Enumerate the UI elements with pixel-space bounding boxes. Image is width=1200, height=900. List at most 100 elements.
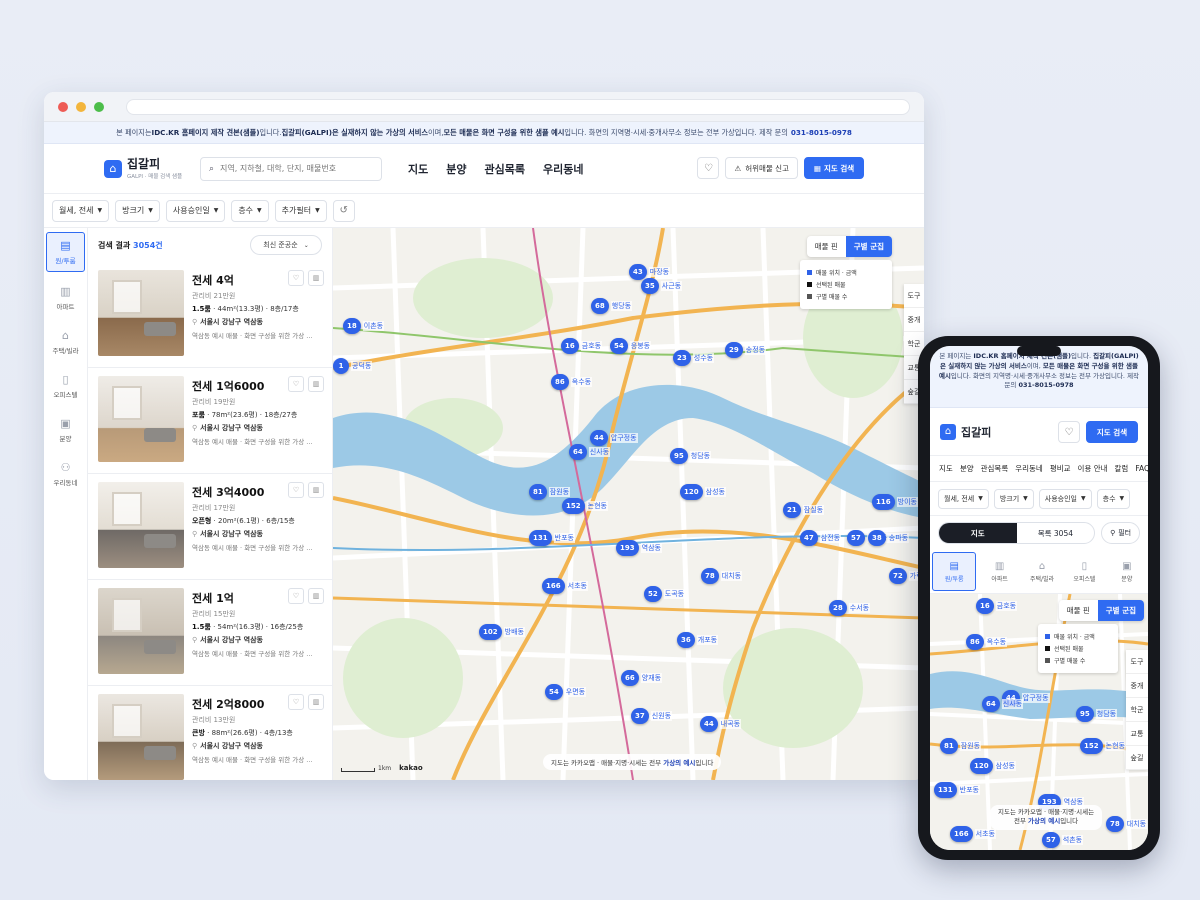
tool-agents[interactable]: 중개: [1126, 674, 1148, 698]
heart-icon[interactable]: ♡: [288, 694, 304, 710]
rail-item-oneroom[interactable]: ▤ 원/투룸: [46, 232, 85, 272]
map-cluster-pin[interactable]: 116 방이동: [872, 494, 918, 510]
rail-item-apartment[interactable]: ▥ 아파트: [44, 276, 87, 320]
filter-deal-type[interactable]: 월세, 전세 ▼: [52, 199, 110, 222]
listing-card[interactable]: 전세 3억4000 관리비 17만원 오픈형 · 20m²(6.1평) · 6층/1…: [88, 474, 332, 580]
map-cluster-pin[interactable]: 131 반포동: [529, 530, 575, 546]
favorite-heart-button[interactable]: ♡: [697, 157, 720, 179]
heart-icon[interactable]: ♡: [288, 376, 304, 392]
address-bar[interactable]: [126, 98, 910, 115]
map-cluster-pin[interactable]: 54 우면동: [545, 684, 587, 700]
phone-nav-item[interactable]: FAQ: [1135, 464, 1148, 473]
map-cluster-pin[interactable]: 78 대치동: [1106, 816, 1148, 832]
favorite-heart-button[interactable]: ♡: [1058, 421, 1080, 443]
listing-photo[interactable]: [98, 482, 184, 568]
nav-neighborhood[interactable]: 우리동네: [543, 161, 583, 177]
phone-nav-item[interactable]: 우리동네: [1015, 463, 1043, 474]
phone-filter-chip[interactable]: 사용승인일 ▼: [1038, 488, 1092, 509]
map-cluster-pin[interactable]: 36 개포동: [677, 632, 719, 648]
heart-icon[interactable]: ♡: [288, 588, 304, 604]
phone-tab[interactable]: ▣ 분양: [1106, 550, 1148, 593]
map-cluster-pin[interactable]: 166 서초동: [542, 578, 588, 594]
map-cluster-pin[interactable]: 102 방배동: [479, 624, 525, 640]
map-cluster-pin[interactable]: 120 삼성동: [680, 484, 726, 500]
listing-photo[interactable]: [98, 376, 184, 462]
chart-icon[interactable]: ▥: [308, 376, 324, 392]
view-list[interactable]: 목록 3054: [1017, 523, 1095, 543]
sort-select[interactable]: 최신 준공순 ⌄: [250, 235, 322, 255]
map-cluster-pin[interactable]: 66 양재동: [621, 670, 663, 686]
tool-tools[interactable]: 도구: [904, 284, 924, 308]
listing-card[interactable]: 전세 4억 관리비 21만원 1.5룸 · 44m²(13.3평) · 8층/17층…: [88, 262, 332, 368]
reset-filters-button[interactable]: ↺: [332, 199, 355, 222]
map-cluster-pin[interactable]: 52 도곡동: [644, 586, 686, 602]
toggle-clusters[interactable]: 구별 군집: [845, 236, 892, 257]
phone-filter-chip[interactable]: 방크기 ▼: [993, 488, 1034, 509]
brand-logo[interactable]: ⌂ 집갈피 GALPI · 매물 검색 샘플: [104, 158, 200, 180]
phone-tab[interactable]: ▥ 아파트: [978, 550, 1020, 593]
map-search-button[interactable]: ▦ 지도 검색: [804, 157, 864, 179]
phone-filter-button[interactable]: ⚲ 필터: [1101, 522, 1140, 544]
map-cluster-pin[interactable]: 166 서초동: [950, 826, 996, 842]
map-cluster-pin[interactable]: 86 옥수동: [551, 374, 593, 390]
map-cluster-pin[interactable]: 193 역삼동: [616, 540, 662, 556]
map-cluster-pin[interactable]: 28 수서동: [829, 600, 871, 616]
map-cluster-pin[interactable]: 152 논현동: [1080, 738, 1126, 754]
close-window-button[interactable]: [58, 101, 68, 112]
map-cluster-pin[interactable]: 120 삼성동: [970, 758, 1016, 774]
map-search-button[interactable]: 지도 검색: [1086, 421, 1138, 443]
listing-photo[interactable]: [98, 694, 184, 780]
filter-floor[interactable]: 층수 ▼: [231, 199, 269, 222]
phone-nav-item[interactable]: 분양: [960, 463, 974, 474]
heart-icon[interactable]: ♡: [288, 482, 304, 498]
phone-filter-chip[interactable]: 층수 ▼: [1096, 488, 1131, 509]
filter-room-size[interactable]: 방크기 ▼: [115, 199, 160, 222]
map-cluster-pin[interactable]: 152 논현동: [562, 498, 608, 514]
tool-agents[interactable]: 중개: [904, 308, 924, 332]
listing-card[interactable]: 전세 2억8000 관리비 13만원 큰방 · 88m²(26.6평) · 4층/1…: [88, 686, 332, 780]
map-view[interactable]: 43 마장동 35 사근동 68 행당동 18 이촌동 16 금호동 54 응봉동 23 성수동 29 송정동…: [333, 228, 924, 780]
search-input[interactable]: [220, 164, 361, 173]
listing-photo[interactable]: [98, 588, 184, 674]
map-cluster-pin[interactable]: 81 잠원동: [940, 738, 982, 754]
phone-nav-item[interactable]: 평비교: [1050, 463, 1071, 474]
rail-item-presale[interactable]: ▣ 분양: [44, 408, 87, 452]
phone-nav-item[interactable]: 이용 안내: [1078, 463, 1108, 474]
map-cluster-pin[interactable]: 78 대치동: [701, 568, 743, 584]
contact-phone[interactable]: 031-8015-0978: [791, 128, 852, 137]
toggle-clusters[interactable]: 구별 군집: [1097, 600, 1144, 621]
map-cluster-pin[interactable]: 131 반포동: [934, 782, 980, 798]
phone-tab[interactable]: ▤ 원/투룸: [932, 552, 977, 591]
map-cluster-pin[interactable]: 35 사근동: [641, 278, 683, 294]
map-cluster-pin[interactable]: 44 내곡동: [700, 716, 742, 732]
map-cluster-pin[interactable]: 64 신사동: [982, 696, 1024, 712]
map-cluster-pin[interactable]: 23 성수동: [673, 350, 715, 366]
map-cluster-pin[interactable]: 64 신사동: [569, 444, 611, 460]
tool-trails[interactable]: 숲길: [1126, 746, 1148, 770]
map-cluster-pin[interactable]: 16 금호동: [976, 598, 1018, 614]
phone-nav-item[interactable]: 관심목록: [981, 463, 1009, 474]
chart-icon[interactable]: ▥: [308, 482, 324, 498]
nav-favorites[interactable]: 관심목록: [485, 161, 525, 177]
report-false-listing-button[interactable]: ⚠ 허위매물 신고: [725, 157, 798, 179]
map-cluster-pin[interactable]: 37 신원동: [631, 708, 673, 724]
heart-icon[interactable]: ♡: [288, 270, 304, 286]
nav-presale[interactable]: 분양: [446, 161, 466, 177]
rail-item-house[interactable]: ⌂ 주택/빌라: [44, 320, 87, 364]
chart-icon[interactable]: ▥: [308, 694, 324, 710]
phone-filter-chip[interactable]: 월세, 전세 ▼: [938, 488, 989, 509]
filter-approval-date[interactable]: 사용승인일 ▼: [165, 199, 226, 222]
map-cluster-pin[interactable]: 16 금호동: [561, 338, 603, 354]
phone-tab[interactable]: ⌂ 주택/빌라: [1021, 550, 1063, 593]
chart-icon[interactable]: ▥: [308, 270, 324, 286]
chart-icon[interactable]: ▥: [308, 588, 324, 604]
tool-transit[interactable]: 교통: [1126, 722, 1148, 746]
map-cluster-pin[interactable]: 29 송정동: [725, 342, 767, 358]
toggle-pins[interactable]: 매물 핀: [807, 236, 846, 257]
map-cluster-pin[interactable]: 1 공덕동: [333, 358, 373, 374]
phone-nav-item[interactable]: 지도: [939, 463, 953, 474]
filter-more[interactable]: 추가필터 ▼: [274, 199, 327, 222]
listing-photo[interactable]: [98, 270, 184, 356]
rail-item-neighborhood[interactable]: ⚇ 우리동네: [44, 452, 87, 496]
maximize-window-button[interactable]: [94, 101, 104, 112]
